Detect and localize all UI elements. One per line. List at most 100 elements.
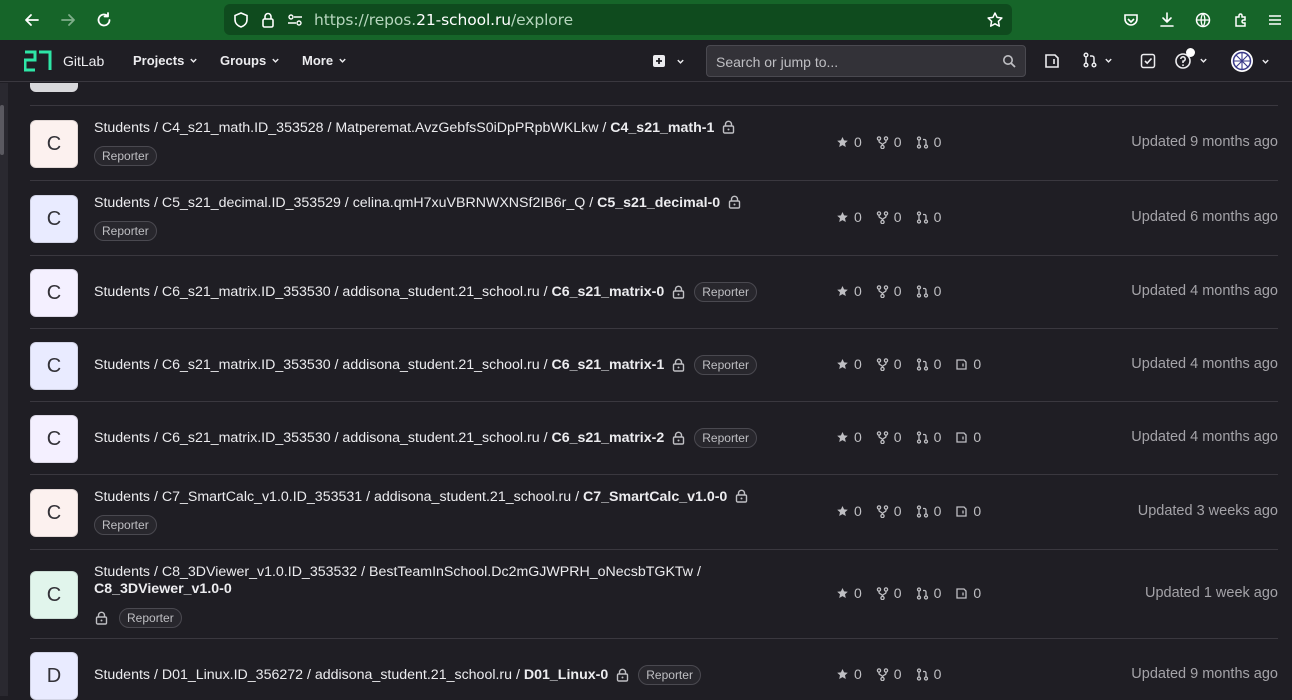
user-menu[interactable]	[1230, 49, 1274, 73]
project-path[interactable]: Students / C6_s21_matrix.ID_353530 / add…	[94, 355, 757, 375]
permissions-icon[interactable]	[286, 11, 304, 29]
fork-icon	[876, 430, 889, 444]
scrollbar-thumb[interactable]	[0, 105, 4, 155]
reload-button[interactable]	[92, 8, 116, 32]
issues-count[interactable]: 0	[955, 503, 981, 519]
nav-more[interactable]: More	[302, 53, 347, 68]
merge-requests-count[interactable]: 0	[916, 429, 941, 445]
stars-count[interactable]: 0	[836, 209, 862, 225]
merge-request-icon	[916, 135, 928, 149]
project-path[interactable]: Students / C6_s21_matrix.ID_353530 / add…	[94, 282, 757, 302]
role-badge: Reporter	[638, 665, 701, 685]
merge-requests-menu[interactable]	[1082, 52, 1116, 70]
star-icon	[837, 431, 848, 442]
issues-count[interactable]: 0	[955, 356, 981, 372]
globe-icon[interactable]	[1194, 11, 1212, 29]
help-menu[interactable]	[1174, 48, 1210, 70]
project-avatar[interactable]: C	[30, 489, 78, 537]
forks-count[interactable]: 0	[876, 134, 902, 150]
forks-count[interactable]: 0	[876, 503, 902, 519]
project-avatar[interactable]: C	[30, 120, 78, 168]
project-avatar[interactable]: C	[30, 571, 78, 619]
stars-count[interactable]: 0	[836, 283, 862, 299]
project-name[interactable]: C6_s21_matrix-1	[551, 357, 664, 373]
merge-requests-count[interactable]: 0	[916, 666, 941, 682]
stars-count[interactable]: 0	[836, 585, 862, 601]
forks-count[interactable]: 0	[876, 429, 902, 445]
project-name[interactable]: C6_s21_matrix-2	[551, 430, 664, 446]
back-button[interactable]	[20, 8, 44, 32]
forks-count[interactable]: 0	[876, 356, 902, 372]
issues-count[interactable]: 0	[955, 585, 981, 601]
nav-groups[interactable]: Groups	[220, 53, 280, 68]
project-name[interactable]: C5_s21_decimal-0	[597, 195, 720, 211]
merge-request-icon	[916, 210, 928, 224]
project-path[interactable]: Students / C5_s21_decimal.ID_353529 / ce…	[94, 195, 741, 211]
project-path[interactable]: Students / C8_3DViewer_v1.0.ID_353532 / …	[94, 564, 701, 628]
shield-icon[interactable]	[232, 11, 250, 29]
nav-projects[interactable]: Projects	[133, 53, 198, 68]
project-avatar[interactable]: C	[30, 195, 78, 243]
merge-requests-count[interactable]: 0	[916, 283, 941, 299]
stars-count[interactable]: 0	[836, 503, 862, 519]
issues-icon[interactable]	[1043, 52, 1061, 70]
project-name[interactable]: C8_3DViewer_v1.0-0	[94, 581, 232, 597]
forks-count[interactable]: 0	[876, 585, 902, 601]
lock-icon[interactable]	[259, 11, 277, 29]
project-path[interactable]: Students / C6_s21_matrix.ID_353530 / add…	[94, 428, 757, 448]
merge-requests-count[interactable]: 0	[916, 356, 941, 372]
merge-request-icon	[916, 586, 928, 600]
project-stats: 0000	[836, 429, 995, 445]
updated-time: Updated 4 months ago	[1131, 429, 1278, 445]
forks-count[interactable]: 0	[876, 666, 902, 682]
merge-requests-count[interactable]: 0	[916, 209, 941, 225]
chevron-down-icon	[1262, 59, 1269, 64]
pocket-icon[interactable]	[1122, 11, 1140, 29]
merge-requests-count[interactable]: 0	[916, 134, 941, 150]
project-path[interactable]: Students / D01_Linux.ID_356272 / addison…	[94, 665, 701, 685]
search-input[interactable]: Search or jump to...	[706, 45, 1026, 77]
merge-requests-count[interactable]: 0	[916, 585, 941, 601]
role-badge: Reporter	[119, 608, 182, 628]
updated-time: Updated 4 months ago	[1131, 283, 1278, 299]
star-icon	[837, 358, 848, 369]
extensions-icon[interactable]	[1232, 11, 1250, 29]
merge-requests-count[interactable]: 0	[916, 503, 941, 519]
project-name[interactable]: C6_s21_matrix-0	[551, 284, 664, 300]
stars-count[interactable]: 0	[836, 666, 862, 682]
stars-count[interactable]: 0	[836, 134, 862, 150]
project-avatar[interactable]: C	[30, 269, 78, 317]
stars-count[interactable]: 0	[836, 429, 862, 445]
issues-icon	[956, 587, 968, 599]
forward-button[interactable]	[56, 8, 80, 32]
url-text[interactable]: https://repos.21-school.ru/explore	[314, 11, 573, 29]
avatar[interactable]	[30, 83, 78, 92]
project-row: C Students / C5_s21_decimal.ID_353529 / c…	[30, 180, 1278, 255]
forks-count[interactable]: 0	[876, 283, 902, 299]
project-name[interactable]: C7_SmartCalc_v1.0-0	[583, 489, 727, 505]
project-stats: 0000	[836, 585, 995, 601]
star-icon	[837, 587, 848, 598]
menu-icon[interactable]	[1266, 11, 1284, 29]
project-avatar[interactable]: C	[30, 415, 78, 463]
stars-count[interactable]: 0	[836, 356, 862, 372]
project-name[interactable]: D01_Linux-0	[524, 667, 608, 683]
forks-count[interactable]: 0	[876, 209, 902, 225]
downloads-icon[interactable]	[1158, 11, 1176, 29]
merge-request-icon	[916, 430, 928, 444]
project-avatar[interactable]: C	[30, 342, 78, 390]
project-stats: 000	[836, 209, 955, 225]
brand-name[interactable]: GitLab	[63, 53, 104, 69]
bookmark-star-icon[interactable]	[986, 11, 1004, 29]
new-menu-button[interactable]	[652, 52, 686, 70]
address-bar[interactable]: https://repos.21-school.ru/explore	[224, 4, 1012, 35]
project-avatar[interactable]: D	[30, 652, 78, 700]
school21-logo-icon[interactable]	[24, 50, 52, 72]
project-stats: 000	[836, 134, 955, 150]
project-name[interactable]: C4_s21_math-1	[610, 120, 714, 136]
issues-count[interactable]: 0	[955, 429, 981, 445]
project-path[interactable]: Students / C4_s21_math.ID_353528 / Matpe…	[94, 120, 735, 136]
chevron-down-icon	[190, 58, 198, 63]
todo-icon[interactable]	[1139, 52, 1157, 70]
project-path[interactable]: Students / C7_SmartCalc_v1.0.ID_353531 /…	[94, 489, 748, 505]
